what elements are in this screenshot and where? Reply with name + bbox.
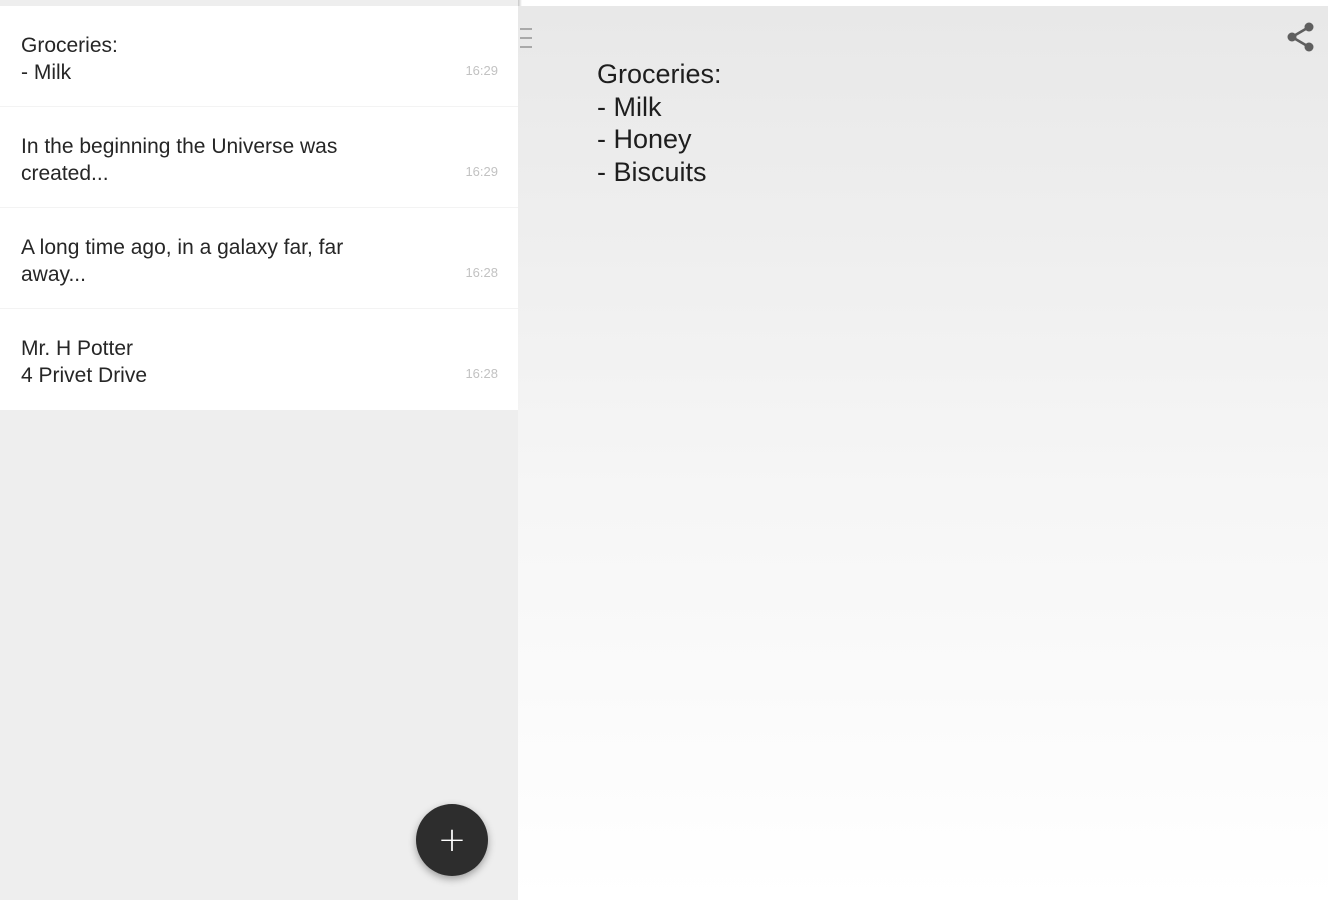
share-button[interactable] [1284,20,1318,54]
note-timestamp: 16:28 [465,265,498,280]
note-list-item[interactable]: Groceries: - Milk 16:29 [0,6,518,107]
note-body[interactable]: Groceries: - Milk - Honey - Biscuits [597,58,1277,188]
note-detail-pane: Groceries: - Milk - Honey - Biscuits [518,6,1328,900]
notes-list-pane: Groceries: - Milk 16:29 In the beginning… [0,0,518,900]
note-list-item[interactable]: In the beginning the Universe was create… [0,107,518,208]
add-note-button[interactable]: + [416,804,488,876]
note-timestamp: 16:29 [465,164,498,179]
share-icon [1287,22,1314,52]
plus-icon: + [437,820,467,860]
note-timestamp: 16:29 [465,63,498,78]
note-list-item[interactable]: Mr. H Potter 4 Privet Drive 16:28 [0,309,518,410]
notes-list: Groceries: - Milk 16:29 In the beginning… [0,6,518,410]
note-timestamp: 16:28 [465,366,498,381]
drag-handle-icon[interactable] [520,28,532,48]
note-preview: In the beginning the Universe was create… [21,135,338,185]
note-preview: A long time ago, in a galaxy far, far aw… [21,236,344,286]
notes-app: Groceries: - Milk 16:29 In the beginning… [0,0,1328,900]
note-preview: Mr. H Potter 4 Privet Drive [21,337,148,387]
note-list-item[interactable]: A long time ago, in a galaxy far, far aw… [0,208,518,309]
note-preview: Groceries: - Milk [21,34,118,84]
